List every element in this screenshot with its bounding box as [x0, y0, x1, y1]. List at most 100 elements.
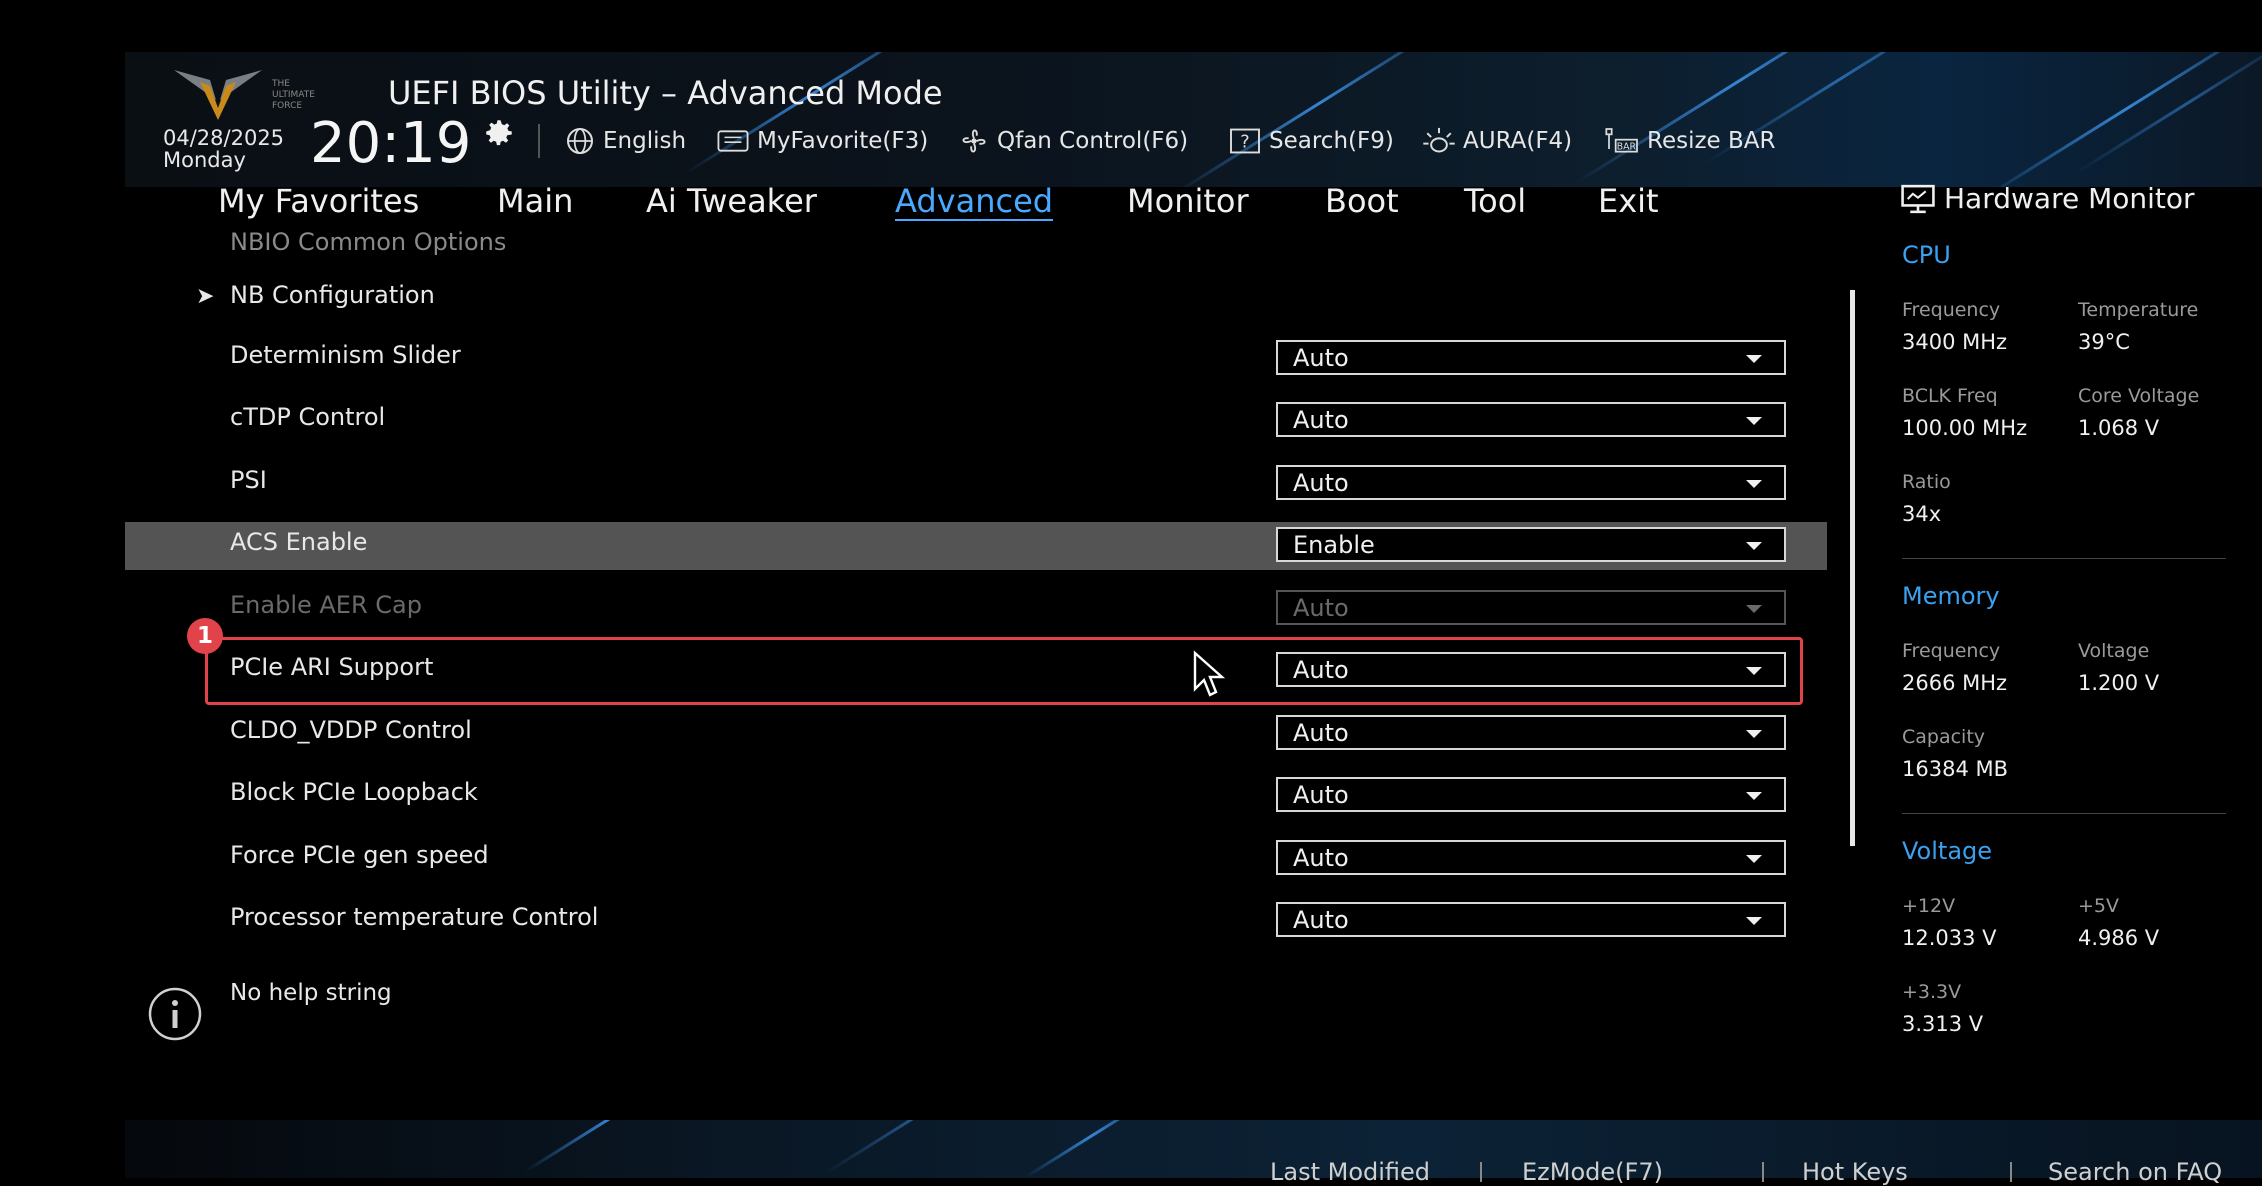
date-display: 04/28/2025: [163, 126, 285, 150]
mouse-cursor-icon: [1193, 650, 1226, 697]
hardware-monitor-title: Hardware Monitor: [1900, 182, 2195, 215]
ctdp-control-dropdown[interactable]: Auto: [1276, 402, 1786, 437]
help-text: No help string: [230, 980, 392, 1006]
search-label: Search(F9): [1269, 128, 1394, 154]
force-pcie-gen-speed-dropdown[interactable]: Auto: [1276, 840, 1786, 875]
gear-icon[interactable]: [482, 116, 516, 150]
cpu-temperature-value: 39°C: [2078, 330, 2130, 354]
v5-label: +5V: [2078, 895, 2120, 917]
monitor-icon: [1901, 184, 1935, 213]
setting-label-ctdp-control: cTDP Control: [230, 403, 386, 431]
memory-voltage-label: Voltage: [2078, 640, 2150, 662]
page-title: UEFI BIOS Utility – Advanced Mode: [388, 74, 943, 112]
v33-label: +3.3V: [1902, 981, 1962, 1003]
chevron-down-icon: [1746, 917, 1762, 925]
clock-display: 20:19: [310, 111, 472, 176]
day-display: Monday: [163, 148, 246, 172]
scrollbar[interactable]: [1850, 290, 1855, 846]
v33-value: 3.313 V: [1902, 1012, 1984, 1036]
resize-bar-label: Resize BAR: [1647, 128, 1776, 154]
tab-tool[interactable]: Tool: [1464, 182, 1526, 220]
v12-value: 12.033 V: [1902, 926, 1997, 950]
language-button[interactable]: English: [564, 124, 686, 158]
dropdown-value: Auto: [1293, 719, 1349, 747]
tab-my-favorites[interactable]: My Favorites: [218, 182, 419, 220]
psi-dropdown[interactable]: Auto: [1276, 465, 1786, 500]
nb-configuration-link[interactable]: NB Configuration: [230, 281, 435, 309]
aura-icon: [1423, 127, 1455, 153]
v5-value: 4.986 V: [2078, 926, 2160, 950]
footer-divider: [2010, 1162, 2012, 1182]
svg-text:ULTIMATE: ULTIMATE: [272, 90, 315, 100]
qfan-control-label: Qfan Control(F6): [997, 128, 1189, 154]
dropdown-value: Auto: [1293, 594, 1349, 622]
search-on-faq-button[interactable]: Search on FAQ: [2048, 1158, 2222, 1186]
svg-text:THE: THE: [271, 79, 290, 89]
dropdown-value: Auto: [1293, 844, 1349, 872]
ratio-value: 34x: [1902, 502, 1942, 526]
breadcrumb: NBIO Common Options: [230, 228, 507, 256]
cpu-frequency-label: Frequency: [1902, 299, 2001, 321]
core-voltage-label: Core Voltage: [2078, 385, 2200, 407]
language-label: English: [603, 128, 687, 154]
section-divider: [1902, 813, 2226, 814]
core-voltage-value: 1.068 V: [2078, 416, 2160, 440]
resize-bar-button[interactable]: BAR Resize BAR: [1602, 124, 1776, 158]
tab-ai-tweaker[interactable]: Ai Tweaker: [646, 182, 817, 220]
setting-label-force-pcie-gen-speed: Force PCIe gen speed: [230, 841, 489, 869]
memory-capacity-label: Capacity: [1902, 726, 1986, 748]
cpu-frequency-value: 3400 MHz: [1902, 330, 2008, 354]
search-button[interactable]: ? Search(F9): [1228, 124, 1394, 158]
globe-icon: [567, 128, 593, 154]
dropdown-value: Auto: [1293, 906, 1349, 934]
v12-label: +12V: [1902, 895, 1956, 917]
setting-label-cldo-vddp-control: CLDO_VDDP Control: [230, 716, 472, 744]
memory-frequency-label: Frequency: [1902, 640, 2001, 662]
search-help-icon: ?: [1230, 128, 1260, 154]
chevron-down-icon: [1746, 730, 1762, 738]
acs-enable-dropdown[interactable]: Enable: [1276, 527, 1786, 562]
my-favorite-label: MyFavorite(F3): [757, 128, 929, 154]
block-pcie-loopback-dropdown[interactable]: Auto: [1276, 777, 1786, 812]
favorite-icon: [717, 130, 749, 152]
determinism-slider-dropdown[interactable]: Auto: [1276, 340, 1786, 375]
bclk-freq-value: 100.00 MHz: [1902, 416, 2028, 440]
last-modified-button[interactable]: Last Modified: [1270, 1158, 1430, 1186]
cpu-section-title: CPU: [1902, 241, 1951, 269]
footer-divider: [1480, 1162, 1482, 1182]
svg-text:FORCE: FORCE: [272, 101, 302, 111]
ratio-label: Ratio: [1902, 471, 1951, 493]
tab-advanced[interactable]: Advanced: [895, 182, 1053, 220]
memory-capacity-value: 16384 MB: [1902, 757, 2009, 781]
tab-boot[interactable]: Boot: [1325, 182, 1399, 220]
enable-aer-cap-dropdown: Auto: [1276, 590, 1786, 625]
setting-label-determinism-slider: Determinism Slider: [230, 341, 461, 369]
setting-label-acs-enable: ACS Enable: [230, 528, 368, 556]
chevron-down-icon: [1746, 417, 1762, 425]
dropdown-value: Enable: [1293, 531, 1375, 559]
dropdown-value: Auto: [1293, 344, 1349, 372]
setting-label-processor-temperature-control: Processor temperature Control: [230, 903, 599, 931]
memory-frequency-value: 2666 MHz: [1902, 671, 2008, 695]
setting-label-enable-aer-cap: Enable AER Cap: [230, 591, 422, 619]
chevron-down-icon: [1746, 792, 1762, 800]
fan-icon: [962, 129, 986, 153]
cldo-vddp-control-dropdown[interactable]: Auto: [1276, 715, 1786, 750]
qfan-control-button[interactable]: Qfan Control(F6): [958, 124, 1188, 158]
hot-keys-button[interactable]: Hot Keys: [1802, 1158, 1908, 1186]
chevron-down-icon: [1746, 542, 1762, 550]
setting-label-psi: PSI: [230, 466, 267, 494]
setting-label-block-pcie-loopback: Block PCIe Loopback: [230, 778, 478, 806]
aura-button[interactable]: AURA(F4): [1422, 124, 1572, 158]
tab-monitor[interactable]: Monitor: [1127, 182, 1249, 220]
my-favorite-button[interactable]: MyFavorite(F3): [716, 124, 928, 158]
resize-bar-icon: BAR: [1605, 128, 1638, 153]
processor-temperature-control-dropdown[interactable]: Auto: [1276, 902, 1786, 937]
cpu-temperature-label: Temperature: [2078, 299, 2199, 321]
tab-main[interactable]: Main: [497, 182, 573, 220]
ezmode-button[interactable]: EzMode(F7): [1522, 1158, 1663, 1186]
bclk-freq-label: BCLK Freq: [1902, 385, 1998, 407]
tab-exit[interactable]: Exit: [1598, 182, 1659, 220]
dropdown-value: Auto: [1293, 406, 1349, 434]
footer-divider: [1762, 1162, 1764, 1182]
